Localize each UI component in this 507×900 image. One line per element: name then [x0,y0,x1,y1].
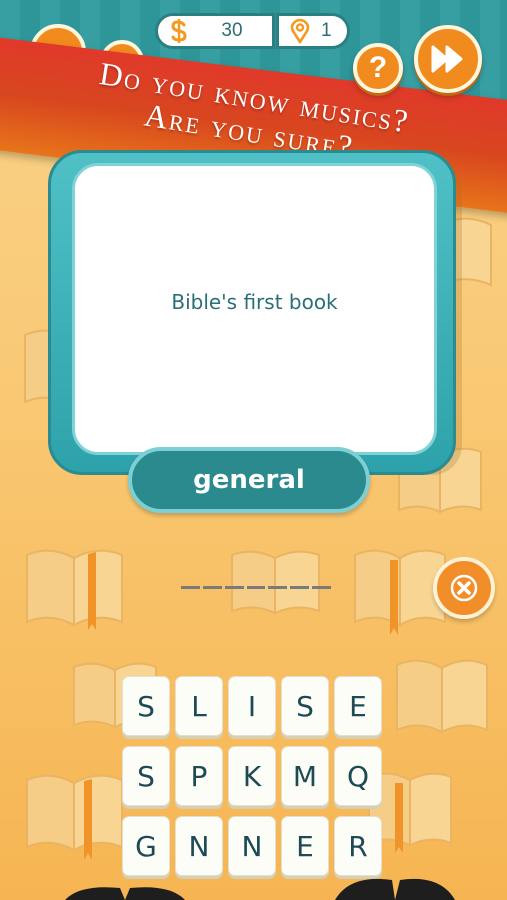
letter-tile[interactable]: N [228,816,276,876]
letter-tile[interactable]: I [228,676,276,736]
clue-text: Bible's first book [171,290,338,314]
question-icon: ? [368,51,388,84]
clear-answer-button[interactable] [433,557,495,619]
answer-slot[interactable] [181,586,200,589]
letter-tile[interactable]: S [122,676,170,736]
map-pin-icon [290,18,310,44]
answer-slot[interactable] [312,586,332,589]
coins-counter: 30 [155,13,275,49]
answer-slot[interactable] [290,586,310,589]
help-button[interactable]: ? [353,43,403,93]
letter-grid: SLISESPKMQGNNER [122,676,384,876]
answer-slots[interactable] [181,586,332,590]
fast-forward-icon [431,45,463,73]
letter-tile[interactable]: R [334,816,382,876]
letter-tile[interactable]: L [175,676,223,736]
letter-tile[interactable]: G [122,816,170,876]
letter-tile[interactable]: E [281,816,329,876]
clear-x-icon [450,574,478,602]
letter-tile[interactable]: M [281,746,329,806]
bottom-book-icon [65,887,185,900]
hints-value: 1 [321,20,332,41]
answer-slot[interactable] [224,586,244,589]
background-book-icon [26,774,123,860]
answer-slot[interactable] [246,586,266,589]
hints-counter: 1 [276,13,350,49]
skip-button[interactable] [414,25,482,93]
background-book-icon [396,659,488,734]
letter-tile[interactable]: S [122,746,170,806]
letter-tile[interactable]: N [175,816,223,876]
letter-tile[interactable]: S [281,676,329,736]
letter-tile[interactable]: K [228,746,276,806]
background-book-icon [26,549,123,630]
letter-tile[interactable]: E [334,676,382,736]
letter-tile[interactable]: Q [334,746,382,806]
answer-slot[interactable] [268,586,288,589]
coins-value: 30 [221,20,243,41]
background-book-icon [231,550,320,615]
bottom-book-icon [335,878,455,900]
coin-dollar-icon [171,19,187,43]
category-label: general [193,465,305,495]
letter-tile[interactable]: P [175,746,223,806]
answer-slot[interactable] [202,586,222,589]
category-badge: general [128,447,370,513]
